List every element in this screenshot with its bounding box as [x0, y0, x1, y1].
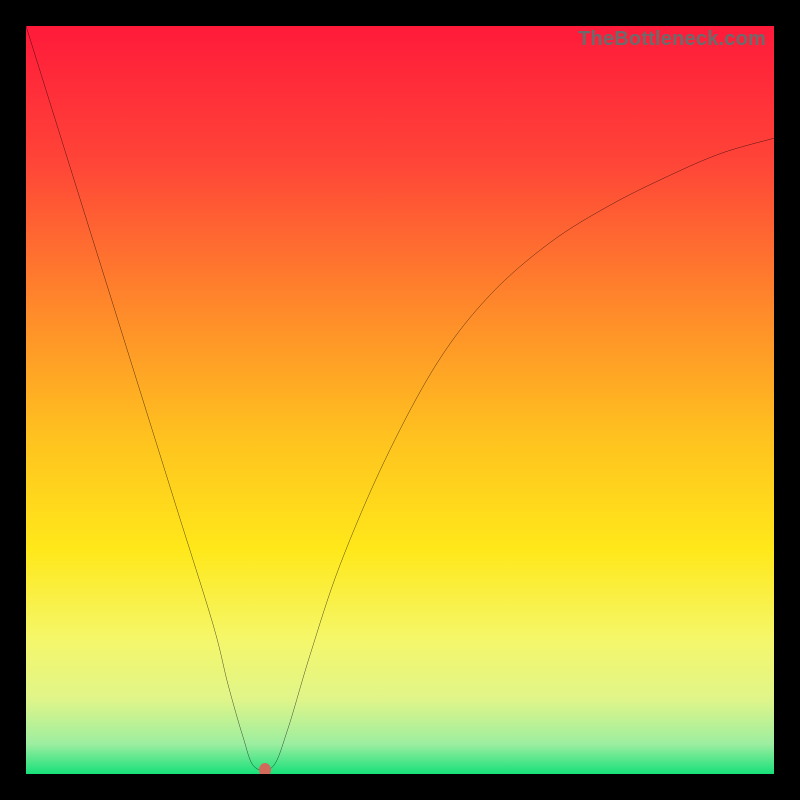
plot-area: TheBottleneck.com — [26, 26, 774, 774]
bottleneck-curve — [26, 26, 774, 774]
chart-frame: TheBottleneck.com — [0, 0, 800, 800]
optimum-marker — [259, 763, 271, 774]
